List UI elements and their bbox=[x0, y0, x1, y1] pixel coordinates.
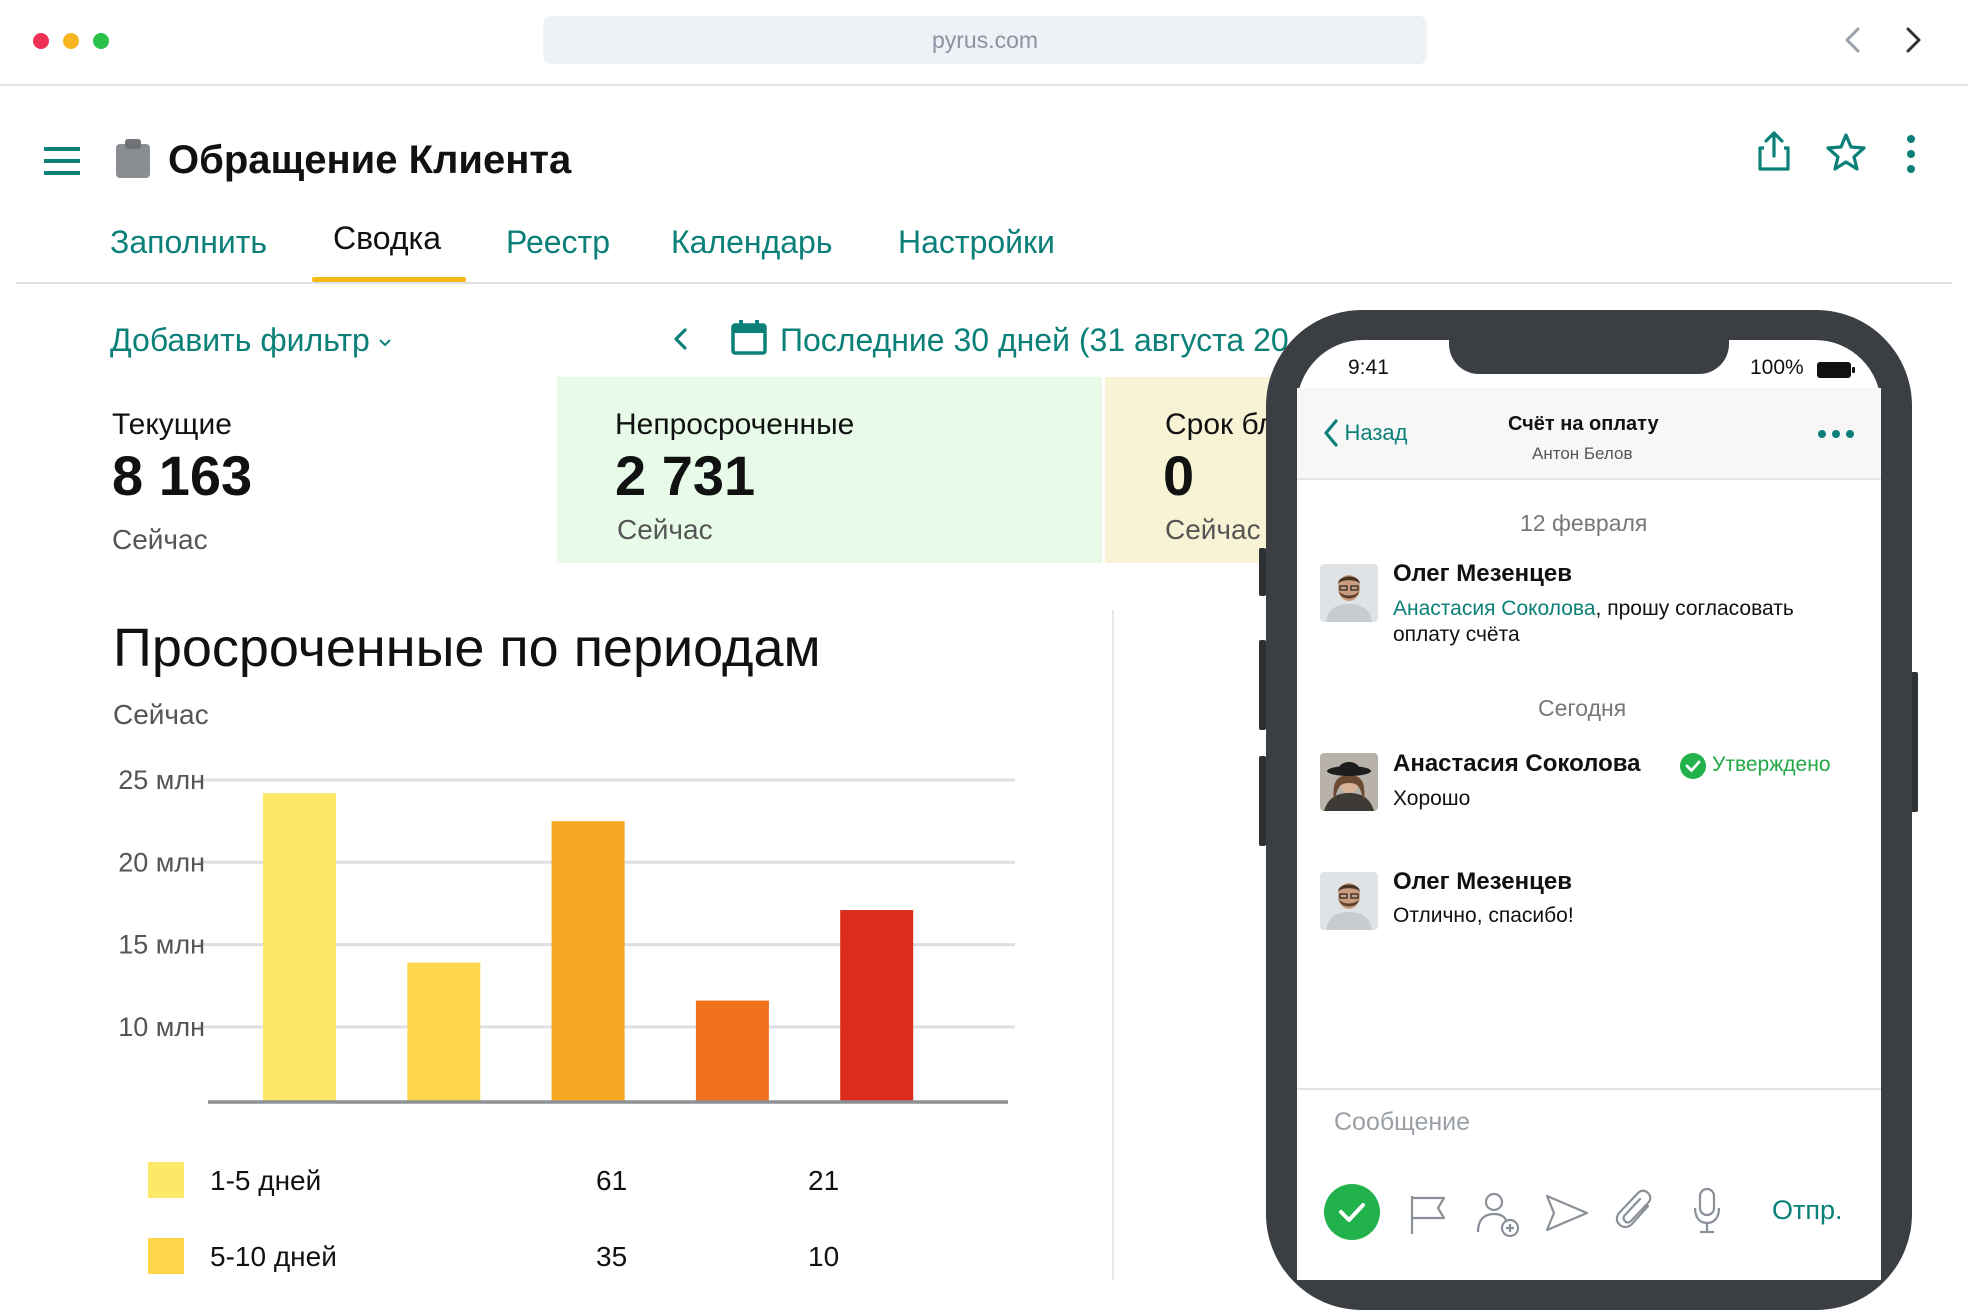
flag-icon[interactable] bbox=[1408, 1192, 1448, 1236]
message-text: Хорошо bbox=[1393, 787, 1471, 810]
send-arrow-icon[interactable] bbox=[1544, 1192, 1590, 1234]
chart-bar[interactable] bbox=[695, 1000, 769, 1101]
message-text: Анастасия Соколова, прошу согласовать bbox=[1393, 597, 1794, 621]
add-participant-icon[interactable] bbox=[1474, 1188, 1522, 1238]
tab-fill[interactable]: Заполнить bbox=[110, 218, 267, 266]
message-author: Олег Мезенцев bbox=[1393, 868, 1572, 895]
legend-label: 5-10 дней bbox=[210, 1241, 337, 1272]
stat-sub: Сейчас bbox=[112, 524, 208, 555]
legend-swatch bbox=[148, 1162, 184, 1198]
stat-card-not-overdue[interactable]: Непросроченные 2 731 Сейчас bbox=[557, 377, 1102, 563]
tab-summary[interactable]: Сводка bbox=[333, 214, 441, 262]
add-filter-button[interactable]: Добавить фильтр bbox=[110, 318, 392, 362]
phone-screen bbox=[1297, 340, 1881, 1280]
page-title: Обращение Клиента bbox=[168, 138, 572, 182]
stat-label: Текущие bbox=[112, 408, 232, 441]
paperclip-icon[interactable] bbox=[1614, 1186, 1658, 1236]
legend-label: 1-5 дней bbox=[210, 1165, 322, 1196]
phone-side-button bbox=[1259, 640, 1266, 730]
chevron-down-icon bbox=[379, 338, 391, 346]
approved-check-icon bbox=[1680, 753, 1706, 779]
star-icon[interactable] bbox=[1826, 132, 1866, 172]
send-button[interactable]: Отпр. bbox=[1772, 1195, 1843, 1226]
share-icon[interactable] bbox=[1756, 130, 1792, 172]
avatar-anastasia bbox=[1320, 753, 1378, 811]
chart-title: Просроченные по периодам bbox=[113, 618, 821, 678]
approved-status: Утверждено bbox=[1712, 753, 1831, 776]
status-time: 9:41 bbox=[1348, 356, 1389, 379]
browser-toolbar: pyrus.com bbox=[0, 0, 1968, 86]
legend-value: 21 bbox=[808, 1165, 840, 1196]
message-input[interactable]: Сообщение bbox=[1334, 1108, 1470, 1137]
legend-value: 35 bbox=[596, 1241, 628, 1272]
composer-divider bbox=[1297, 1088, 1881, 1090]
hamburger-menu-icon[interactable] bbox=[42, 144, 82, 178]
chat-subtitle: Антон Белов bbox=[1532, 444, 1633, 463]
chevron-left-icon bbox=[1324, 419, 1338, 447]
stat-label: Непросроченные bbox=[615, 408, 855, 441]
stat-label: Срок бл bbox=[1165, 408, 1275, 441]
stat-card-current[interactable]: Текущие 8 163 Сейчас bbox=[0, 377, 556, 563]
previous-period-icon[interactable] bbox=[668, 324, 694, 354]
message-text: Отлично, спасибо! bbox=[1393, 904, 1574, 927]
stat-value: 0 bbox=[1163, 444, 1195, 507]
message-author: Анастасия Соколова bbox=[1393, 750, 1641, 777]
message-text-line2: оплату счёта bbox=[1393, 623, 1520, 646]
overdue-bar-chart: 25 млн 20 млн 15 млн 10 млн bbox=[118, 765, 1015, 1104]
chart-subtitle: Сейчас bbox=[113, 699, 209, 730]
tab-registry[interactable]: Реестр bbox=[506, 218, 610, 266]
y-tick-label: 20 млн bbox=[118, 847, 205, 877]
stat-value: 8 163 bbox=[112, 444, 253, 507]
date-separator: Сегодня bbox=[1538, 695, 1627, 721]
chat-more-icon[interactable] bbox=[1816, 428, 1856, 440]
legend-swatch bbox=[148, 1238, 184, 1274]
date-separator: 12 февраля bbox=[1520, 510, 1648, 536]
avatar-oleg bbox=[1320, 872, 1378, 930]
chart-bar[interactable] bbox=[840, 910, 914, 1101]
y-tick-label: 10 млн bbox=[118, 1012, 205, 1042]
chat-back-button[interactable]: Назад bbox=[1322, 418, 1408, 454]
stat-value: 2 731 bbox=[615, 444, 756, 507]
close-window-dot[interactable] bbox=[33, 33, 49, 49]
stat-sub: Сейчас bbox=[1165, 514, 1261, 545]
more-options-icon[interactable] bbox=[1904, 134, 1918, 174]
minimize-window-dot[interactable] bbox=[63, 33, 79, 49]
y-tick-label: 15 млн bbox=[118, 930, 205, 960]
phone-side-button bbox=[1259, 548, 1266, 596]
microphone-icon[interactable] bbox=[1692, 1186, 1722, 1236]
phone-side-button bbox=[1911, 672, 1918, 812]
avatar-oleg bbox=[1320, 564, 1378, 622]
legend-value: 61 bbox=[596, 1165, 628, 1196]
phone-notch bbox=[1449, 334, 1729, 374]
chart-bar[interactable] bbox=[407, 962, 481, 1101]
calendar-icon[interactable] bbox=[730, 318, 768, 356]
maximize-window-dot[interactable] bbox=[93, 33, 109, 49]
message-author: Олег Мезенцев bbox=[1393, 560, 1572, 587]
phone-side-button bbox=[1259, 756, 1266, 846]
mention-link[interactable]: Анастасия Соколова bbox=[1393, 597, 1596, 620]
status-battery: 100% bbox=[1750, 356, 1804, 379]
battery-icon bbox=[1817, 362, 1855, 378]
legend-value: 10 bbox=[808, 1241, 840, 1272]
message-text-line1: , прошу согласовать bbox=[1595, 597, 1794, 620]
chart-bar[interactable] bbox=[551, 821, 625, 1101]
y-tick-label: 25 млн bbox=[118, 765, 205, 795]
address-bar[interactable]: pyrus.com bbox=[543, 16, 1427, 64]
clipboard-icon bbox=[116, 139, 150, 178]
chart-bar[interactable] bbox=[263, 793, 336, 1101]
tab-calendar[interactable]: Календарь bbox=[671, 218, 833, 266]
add-filter-label: Добавить фильтр bbox=[110, 322, 370, 358]
tabs-divider bbox=[16, 282, 1952, 284]
approve-button-icon[interactable] bbox=[1323, 1183, 1381, 1241]
back-arrow-icon[interactable] bbox=[1834, 20, 1874, 60]
stat-sub: Сейчас bbox=[617, 514, 713, 545]
forward-arrow-icon[interactable] bbox=[1892, 20, 1932, 60]
period-selector[interactable]: Последние 30 дней (31 августа 20 bbox=[780, 318, 1289, 362]
back-label: Назад bbox=[1344, 420, 1408, 445]
tab-settings[interactable]: Настройки bbox=[898, 218, 1055, 266]
content-divider bbox=[1112, 610, 1114, 1280]
chat-title: Счёт на оплату bbox=[1508, 413, 1659, 435]
